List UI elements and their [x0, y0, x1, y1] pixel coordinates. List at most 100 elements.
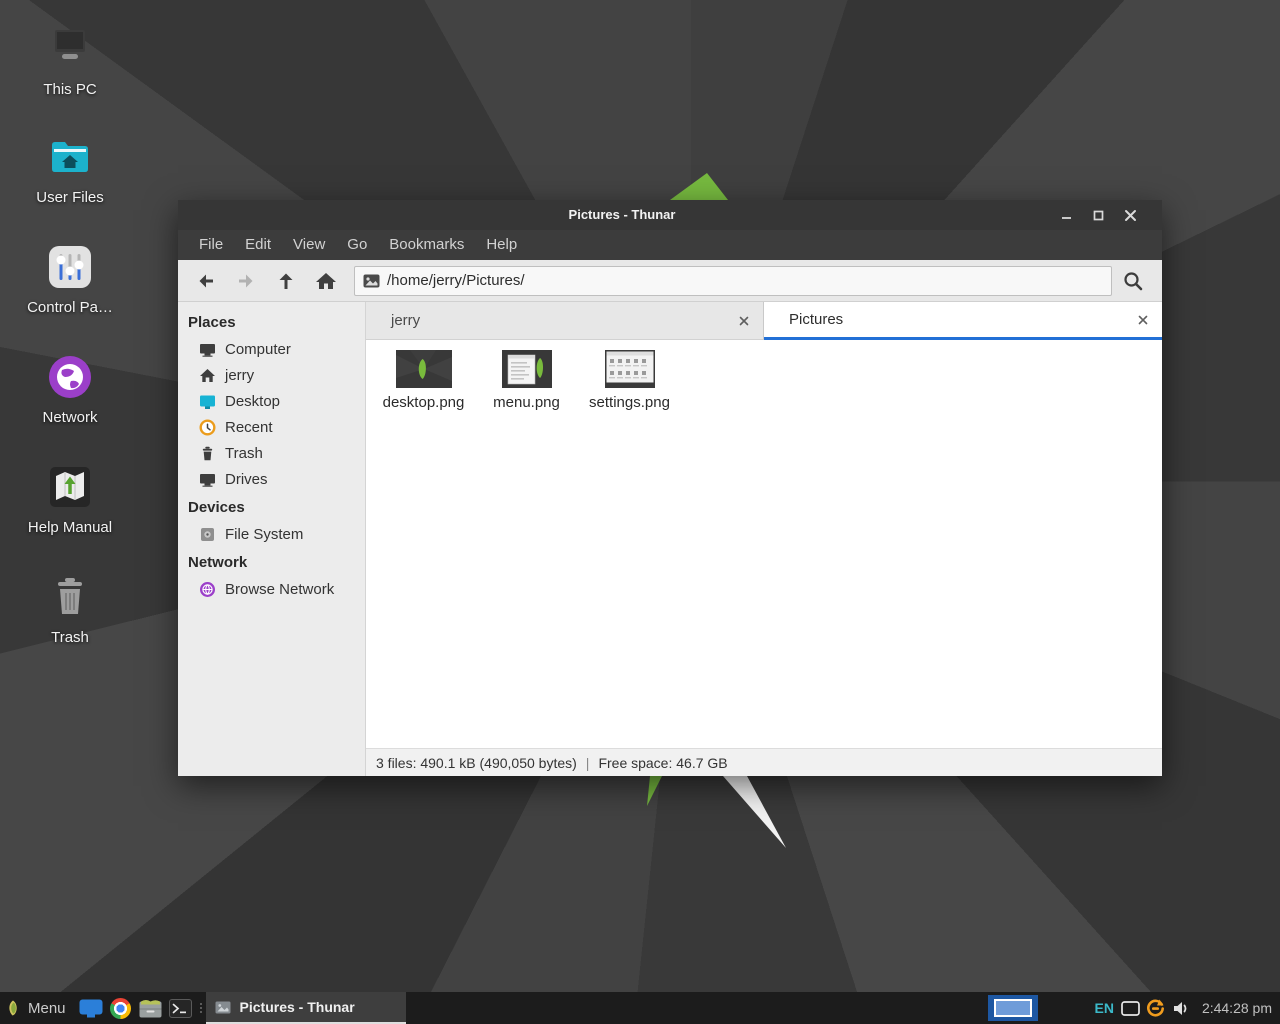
toolbar — [178, 260, 1162, 302]
file-desktop-png[interactable]: desktop.png — [376, 350, 471, 411]
file-cabinet-icon — [139, 999, 162, 1018]
file-name: desktop.png — [383, 394, 465, 411]
image-file-icon — [363, 274, 380, 288]
file-manager-launcher[interactable] — [136, 992, 166, 1024]
forward-arrow-icon — [235, 271, 257, 291]
volume-tray-button[interactable] — [1172, 1000, 1191, 1017]
image-thumbnail — [396, 350, 452, 388]
mint-menu-icon — [5, 999, 23, 1017]
sidebar-item-label: Desktop — [225, 393, 280, 410]
desktop-icon-trash[interactable]: Trash — [10, 572, 130, 646]
desktop-icon-help-manual[interactable]: Help Manual — [10, 462, 130, 536]
sidebar-header-devices: Devices — [178, 495, 365, 521]
close-icon — [1122, 207, 1139, 224]
titlebar[interactable]: Pictures - Thunar — [178, 200, 1162, 230]
status-bar: 3 files: 490.1 kB (490,050 bytes) | Free… — [366, 748, 1162, 776]
taskbar-window-button[interactable]: Pictures - Thunar — [206, 992, 406, 1024]
file-menu-png[interactable]: menu.png — [479, 350, 574, 411]
chrome-icon — [110, 998, 131, 1019]
sidebar-item-recent[interactable]: Recent — [178, 414, 365, 440]
menu-edit[interactable]: Edit — [234, 230, 282, 260]
image-thumbnail — [605, 350, 655, 388]
main-content: jerry Pictures — [366, 302, 1162, 776]
up-button[interactable] — [266, 264, 306, 298]
menubar: File Edit View Go Bookmarks Help — [178, 230, 1162, 260]
search-button[interactable] — [1112, 264, 1154, 298]
clock-icon — [199, 419, 216, 436]
terminal-launcher[interactable] — [166, 992, 196, 1024]
sidebar-item-home-jerry[interactable]: jerry — [178, 362, 365, 388]
menu-button-label[interactable]: Menu — [28, 1000, 66, 1017]
home-button[interactable] — [306, 264, 346, 298]
active-workspace[interactable] — [994, 999, 1032, 1017]
menu-bookmarks[interactable]: Bookmarks — [378, 230, 475, 260]
menu-file[interactable]: File — [188, 230, 234, 260]
hard-drive-icon — [199, 526, 216, 543]
desktop-icon-label: Control Pa… — [27, 299, 113, 316]
keyboard-layout-indicator[interactable]: EN — [1094, 1000, 1113, 1016]
path-bar[interactable] — [354, 266, 1112, 296]
display-tray-button[interactable] — [1121, 1001, 1140, 1016]
sidebar-item-label: Recent — [225, 419, 273, 436]
trash-icon — [46, 572, 94, 622]
menu-button[interactable] — [0, 992, 28, 1024]
computer-icon — [199, 341, 216, 358]
update-manager-tray-button[interactable] — [1145, 998, 1166, 1019]
desktop-icon-this-pc[interactable]: This PC — [10, 24, 130, 98]
sidebar-item-browse-network[interactable]: Browse Network — [178, 576, 365, 602]
desktop: This PC User Files — [0, 0, 1280, 1024]
close-button[interactable] — [1114, 200, 1146, 230]
sidebar-item-label: Trash — [225, 445, 263, 462]
tab-jerry[interactable]: jerry — [366, 302, 764, 340]
tab-close-button[interactable] — [736, 313, 752, 329]
menu-go[interactable]: Go — [336, 230, 378, 260]
maximize-button[interactable] — [1082, 200, 1114, 230]
sidebar-item-drives[interactable]: Drives — [178, 466, 365, 492]
desktop-monitor-icon — [199, 393, 216, 410]
user-files-folder-icon — [46, 132, 94, 182]
maximize-icon — [1090, 207, 1107, 224]
computer-icon — [46, 24, 94, 74]
file-settings-png[interactable]: settings.png — [582, 350, 677, 411]
desktop-launcher-icon — [79, 999, 103, 1018]
tab-close-button[interactable] — [1135, 312, 1151, 328]
menu-view[interactable]: View — [282, 230, 336, 260]
network-globe-icon — [199, 581, 216, 598]
menu-help[interactable]: Help — [475, 230, 528, 260]
sidebar-item-file-system[interactable]: File System — [178, 521, 365, 547]
desktop-icon-label: Trash — [51, 629, 89, 646]
control-panel-icon — [46, 242, 94, 292]
thunar-window: Pictures - Thunar File Edit View Go Book… — [178, 200, 1162, 776]
home-icon — [199, 367, 216, 384]
back-button[interactable] — [186, 264, 226, 298]
status-files-summary: 3 files: 490.1 kB (490,050 bytes) — [376, 755, 577, 771]
sidebar-item-label: Browse Network — [225, 581, 334, 598]
desktop-icon-user-files[interactable]: User Files — [10, 132, 130, 206]
sidebar-item-desktop[interactable]: Desktop — [178, 388, 365, 414]
path-input[interactable] — [387, 272, 1103, 289]
sidebar-item-label: Drives — [225, 471, 268, 488]
tab-label: Pictures — [764, 311, 843, 328]
sidebar-item-trash[interactable]: Trash — [178, 440, 365, 466]
tab-pictures[interactable]: Pictures — [764, 302, 1162, 340]
search-icon — [1122, 270, 1144, 292]
display-icon — [1121, 1001, 1140, 1016]
help-manual-icon — [46, 462, 94, 512]
desktop-icon-label: This PC — [43, 81, 96, 98]
workspace-switcher[interactable] — [988, 995, 1038, 1021]
taskbar: Menu — [0, 992, 1280, 1024]
forward-button[interactable] — [226, 264, 266, 298]
status-free-space: Free space: 46.7 GB — [598, 755, 727, 771]
show-desktop-launcher[interactable] — [76, 992, 106, 1024]
sidebar-item-label: jerry — [225, 367, 254, 384]
desktop-icon-network[interactable]: Network — [10, 352, 130, 426]
sidebar-item-computer[interactable]: Computer — [178, 336, 365, 362]
clock[interactable]: 2:44:28 pm — [1202, 1000, 1272, 1016]
desktop-icon-control-panel[interactable]: Control Pa… — [10, 242, 130, 316]
drives-icon — [199, 471, 216, 488]
file-list: desktop.png — [366, 340, 1162, 748]
chrome-launcher[interactable] — [106, 992, 136, 1024]
minimize-button[interactable] — [1050, 200, 1082, 230]
up-arrow-icon — [275, 270, 297, 292]
panel-separator — [196, 992, 206, 1024]
